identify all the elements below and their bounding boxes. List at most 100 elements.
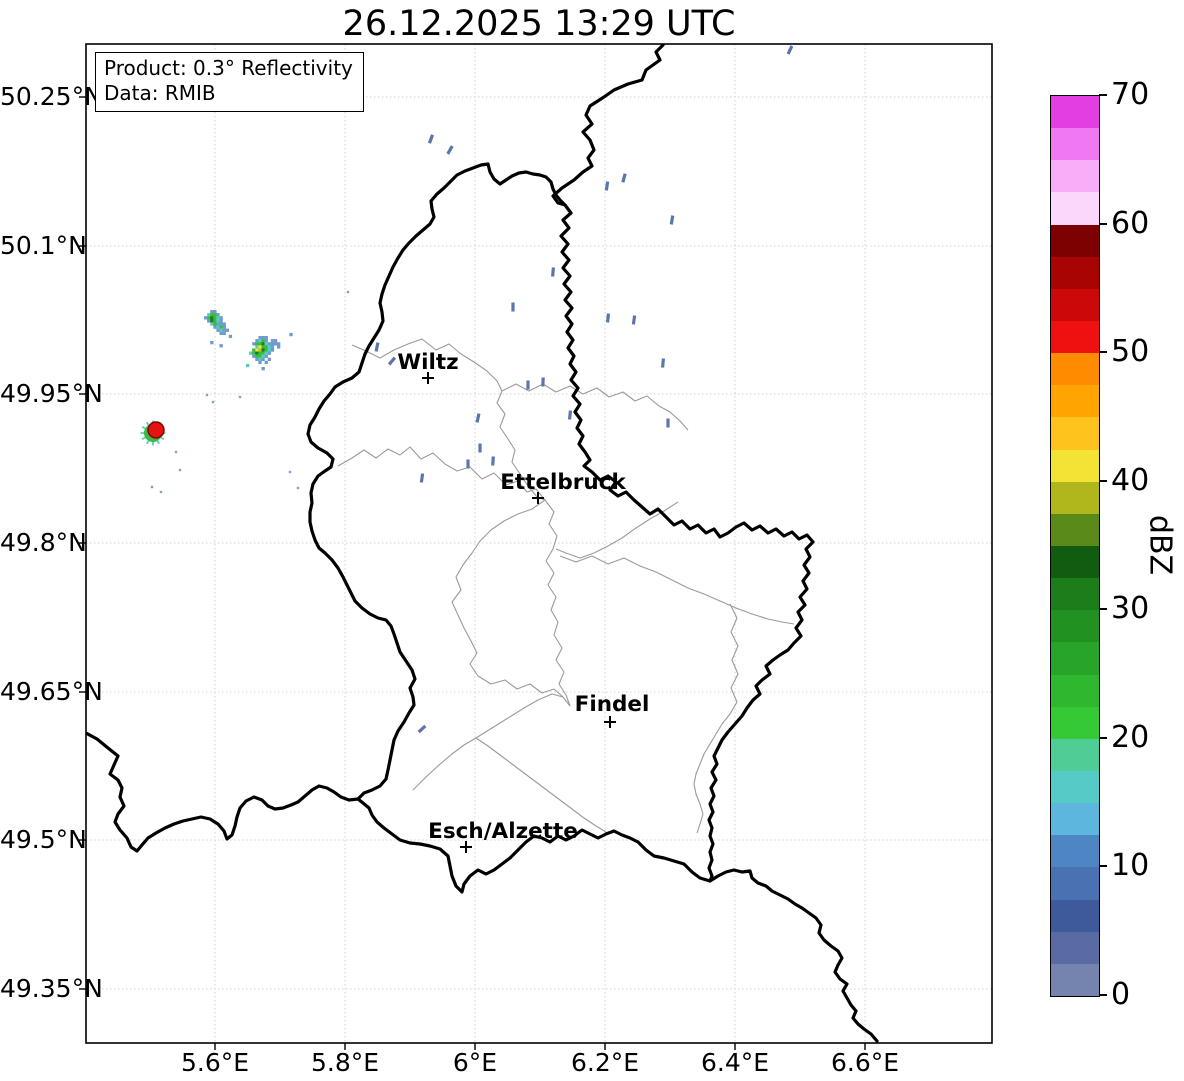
echo-speck bbox=[174, 450, 178, 454]
echo-cell bbox=[249, 351, 253, 355]
echo-cell bbox=[273, 339, 278, 343]
border-france-west bbox=[86, 731, 360, 853]
echo-cell bbox=[216, 322, 220, 326]
echo-cell bbox=[222, 322, 226, 326]
colorbar-segment bbox=[1051, 96, 1099, 129]
colorbar-segment bbox=[1051, 224, 1099, 257]
echo-dash bbox=[526, 380, 530, 390]
echo-cell bbox=[246, 363, 250, 368]
radar-map: Wiltz Ettelbruck Findel Esch/Alzette bbox=[79, 43, 993, 1050]
y-tick-label: 50.25°N bbox=[0, 82, 103, 111]
echo-cell bbox=[258, 348, 262, 352]
echo-dash bbox=[605, 313, 611, 323]
echo-cell bbox=[261, 342, 265, 346]
colorbar-segment bbox=[1051, 513, 1099, 547]
echo-dash bbox=[475, 413, 481, 423]
echo-cell bbox=[213, 322, 217, 326]
echo-cell bbox=[213, 325, 217, 329]
echo-dash bbox=[661, 358, 665, 368]
echo-cell bbox=[258, 342, 262, 346]
echo-cell bbox=[258, 354, 262, 358]
x-tick-label: 6.6°E bbox=[830, 1048, 900, 1077]
echo-cell bbox=[255, 345, 259, 349]
echo-speck bbox=[288, 470, 292, 474]
echo-cell bbox=[255, 342, 259, 346]
echo-cell bbox=[264, 348, 268, 352]
echo-cell bbox=[277, 345, 281, 349]
colorbar-segment bbox=[1051, 449, 1099, 482]
echo-dash bbox=[419, 473, 425, 483]
colorbar-segment bbox=[1051, 353, 1099, 386]
colorbar-tick-mark bbox=[1099, 94, 1107, 96]
border-belgium-germany bbox=[551, 44, 665, 207]
canton-borders bbox=[337, 338, 795, 834]
echo-cell bbox=[267, 348, 271, 352]
echo-cell bbox=[261, 348, 265, 352]
colorbar-segment bbox=[1051, 803, 1099, 836]
colorbar-tick-label: 20 bbox=[1111, 719, 1150, 755]
echo-cell bbox=[213, 310, 217, 314]
echo-cell bbox=[261, 339, 265, 343]
echo-cell bbox=[210, 319, 214, 323]
data-source-line: Data: RMIB bbox=[104, 81, 216, 105]
colorbar-segment bbox=[1051, 288, 1099, 322]
echo-cell bbox=[261, 357, 265, 361]
echo-dash bbox=[604, 181, 610, 191]
colorbar-segment bbox=[1051, 899, 1099, 932]
echo-cell bbox=[207, 313, 211, 317]
colorbar-segment bbox=[1051, 546, 1099, 579]
echo-cell bbox=[258, 339, 262, 343]
echo-cell bbox=[219, 328, 223, 332]
radar-echoes bbox=[150, 45, 794, 734]
echo-dash bbox=[387, 356, 397, 366]
echo-cell bbox=[258, 351, 262, 355]
colorbar-tick-mark bbox=[1099, 994, 1107, 996]
echo-cell bbox=[267, 342, 271, 346]
y-tick-label: 49.95°N bbox=[0, 379, 103, 408]
echo-cell bbox=[264, 351, 268, 355]
echo-cell bbox=[216, 328, 220, 332]
echo-dash bbox=[541, 377, 545, 387]
echo-cell bbox=[216, 325, 220, 329]
echo-cell bbox=[270, 348, 275, 352]
echo-cell bbox=[222, 331, 226, 335]
echo-cell bbox=[210, 310, 214, 314]
echo-speck bbox=[346, 290, 350, 294]
echo-dash bbox=[491, 456, 495, 466]
echo-cell bbox=[258, 357, 262, 361]
colorbar-tick-label: 0 bbox=[1111, 977, 1131, 1012]
echo-cell bbox=[261, 336, 265, 340]
echo-dash bbox=[621, 173, 627, 183]
echo-cell bbox=[225, 328, 229, 332]
echo-cell bbox=[222, 325, 226, 329]
site-red-dot bbox=[147, 421, 165, 439]
product-info-line: Product: 0.3° Reflectivity bbox=[104, 56, 353, 80]
echo-dash bbox=[466, 459, 470, 469]
echo-speck bbox=[205, 393, 209, 397]
echo-cell bbox=[264, 360, 268, 365]
colorbar-segment bbox=[1051, 835, 1099, 868]
radar-site-echo bbox=[140, 420, 166, 446]
echo-cell bbox=[219, 325, 223, 329]
echo-dash bbox=[374, 342, 380, 352]
colorbar-tick-label: 50 bbox=[1111, 334, 1150, 370]
y-tick-label: 49.35°N bbox=[0, 974, 103, 1003]
colorbar-segment bbox=[1051, 321, 1099, 354]
y-tick-label: 50.1°N bbox=[0, 231, 87, 260]
y-tick-label: 49.65°N bbox=[0, 677, 103, 706]
echo-cell bbox=[264, 342, 268, 346]
city-label: Findel bbox=[575, 692, 650, 717]
colorbar-segment bbox=[1051, 256, 1099, 289]
colorbar-segment bbox=[1051, 706, 1099, 739]
echo-cell bbox=[213, 319, 217, 323]
echo-cell bbox=[219, 322, 223, 326]
city-markers: Wiltz Ettelbruck Findel Esch/Alzette bbox=[397, 350, 649, 853]
echo-dash bbox=[551, 267, 555, 277]
echo-cell bbox=[289, 332, 293, 337]
colorbar-segment bbox=[1051, 417, 1099, 450]
echo-dash bbox=[417, 724, 427, 734]
echo-cell bbox=[270, 342, 275, 346]
colorbar-tick-mark bbox=[1099, 608, 1107, 611]
colorbar-tick-mark bbox=[1099, 736, 1107, 739]
city-label: Wiltz bbox=[397, 350, 458, 375]
